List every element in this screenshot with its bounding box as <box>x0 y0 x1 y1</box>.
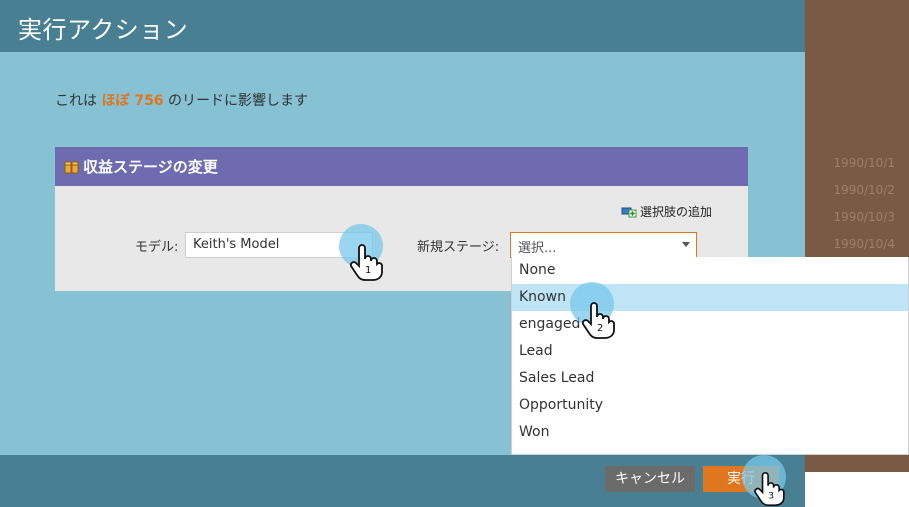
stage-option-engaged[interactable]: engaged <box>512 311 908 338</box>
new-stage-label: 新規ステージ: <box>417 240 500 255</box>
background-date: 1990/10/2 <box>833 183 895 197</box>
add-choice-link[interactable]: 選択肢の追加 <box>621 203 712 220</box>
background-date: 1990/10/4 <box>833 237 895 251</box>
panel-title: 収益ステージの変更 <box>83 158 218 176</box>
dialog-footer: キャンセル 実行 <box>0 455 805 507</box>
impact-suffix: のリードに影響します <box>168 93 309 109</box>
impact-count: ほぼ 756 <box>101 93 164 109</box>
stage-option-none[interactable]: None <box>512 257 908 284</box>
callout-number: 2 <box>597 323 603 334</box>
impact-message: これは ほぼ 756 のリードに影響します <box>55 90 308 110</box>
cancel-button[interactable]: キャンセル <box>605 466 695 492</box>
dialog-title: 実行アクション <box>18 16 189 44</box>
stage-option-opportunity[interactable]: Opportunity <box>512 392 908 419</box>
dialog-header: 実行アクション <box>0 0 805 52</box>
hand-pointer-icon: 3 <box>754 472 785 506</box>
new-stage-select[interactable]: 選択... <box>510 232 697 258</box>
add-choice-icon <box>621 207 637 218</box>
stage-option-lead[interactable]: Lead <box>512 338 908 365</box>
model-label: モデル: <box>135 240 179 255</box>
box-icon <box>64 159 79 174</box>
new-stage-placeholder: 選択... <box>518 241 557 256</box>
hand-pointer-icon: 1 <box>349 244 383 281</box>
stage-option-sales-lead[interactable]: Sales Lead <box>512 365 908 392</box>
stage-option-won[interactable]: Won <box>512 419 908 446</box>
impact-prefix: これは <box>55 93 97 109</box>
background-date: 1990/10/3 <box>833 210 895 224</box>
add-choice-label: 選択肢の追加 <box>640 205 713 219</box>
panel-header: 収益ステージの変更 <box>55 147 748 186</box>
background-date-list: 1990/10/1 1990/10/2 1990/10/3 1990/10/4 <box>805 150 909 258</box>
callout-number: 1 <box>365 265 371 276</box>
chevron-down-icon[interactable] <box>682 242 690 247</box>
background-date: 1990/10/1 <box>833 156 895 170</box>
callout-number: 3 <box>768 491 774 502</box>
hand-pointer-icon: 2 <box>581 302 615 339</box>
stage-dropdown-list: None Known engaged Lead Sales Lead Oppor… <box>511 257 909 455</box>
